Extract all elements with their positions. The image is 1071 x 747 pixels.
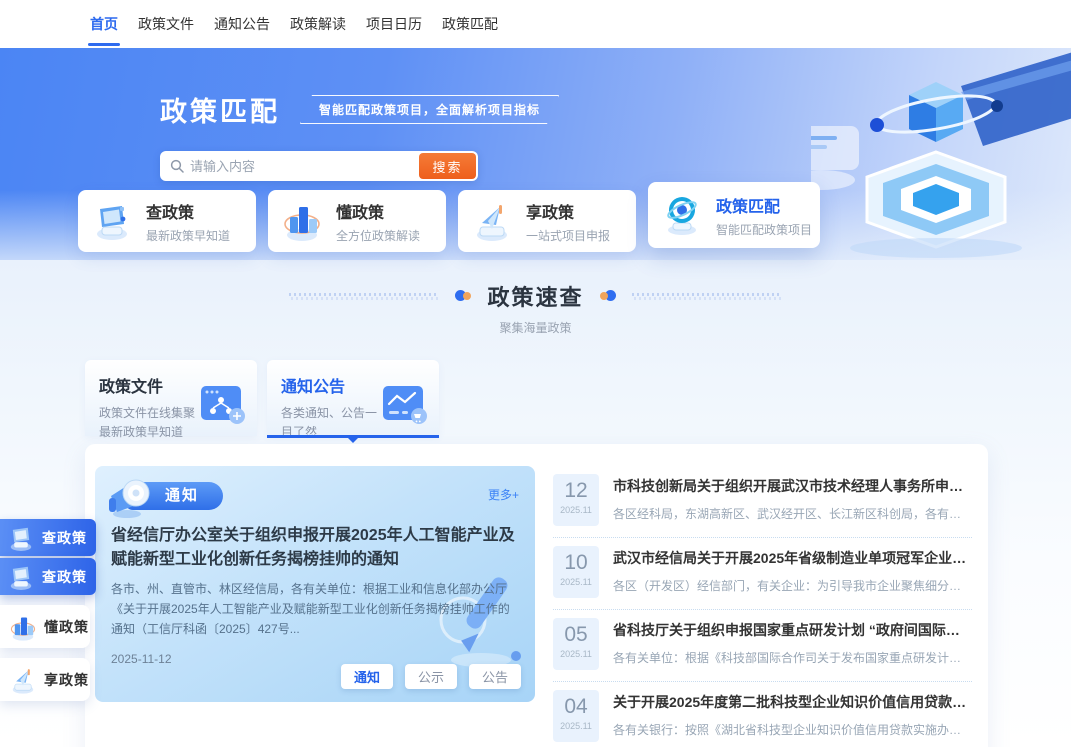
feature-card-subtitle: 最新政策早知道 <box>146 227 230 244</box>
search-input[interactable] <box>190 159 419 174</box>
list-item[interactable]: 05 2025.11 省科技厅关于组织申报国家重点研发计划 “政府间国际科技创新… <box>553 610 972 682</box>
chart-3d-icon <box>280 199 324 243</box>
decor-dot-right-icon <box>600 290 616 302</box>
date-day: 12 <box>553 478 599 503</box>
decor-dotted-line-left <box>289 293 439 300</box>
flowchart-app-icon <box>199 384 247 426</box>
left-quick-access: 查政策 查政策 懂政策 享政策 <box>0 519 100 701</box>
nav-item-policy-interpretation[interactable]: 政策解读 <box>288 8 348 40</box>
date-month: 2025.11 <box>553 649 599 659</box>
featured-notice-title[interactable]: 省经信厅办公室关于组织申报开展2025年人工智能产业及赋能新型工业化创新任务揭榜… <box>111 524 519 572</box>
hero-slogan-badge: 智能匹配政策项目，全面解析项目指标 <box>300 95 559 124</box>
list-item[interactable]: 04 2025.11 关于开展2025年度第二批科技型企业知识价值信用贷款贴息申… <box>553 682 972 747</box>
tab-notices[interactable]: 通知公告 各类通知、公告一目了然 <box>267 360 439 436</box>
list-item-title: 关于开展2025年度第二批科技型企业知识价值信用贷款贴息申报工作... <box>613 692 972 712</box>
plane-3d-icon <box>8 665 38 695</box>
feature-card-subtitle: 一站式项目申报 <box>526 227 610 244</box>
section-heading: 政策速查 <box>0 280 1071 312</box>
plane-3d-icon <box>470 199 514 243</box>
quick-button-enjoy-policy[interactable]: 享政策 <box>0 658 90 701</box>
feature-card-policy-match[interactable]: 政策匹配 智能匹配政策项目 <box>648 182 820 248</box>
date-month: 2025.11 <box>553 721 599 731</box>
top-nav: 首页 政策文件 通知公告 政策解读 项目日历 政策匹配 <box>0 0 1071 48</box>
tabs-row: 政策文件 政策文件在线集聚最新政策早知道 通知公告 各类通知、公告一目了然 <box>85 360 1071 436</box>
date-badge: 05 2025.11 <box>553 618 599 670</box>
quick-button-understand-policy[interactable]: 懂政策 <box>0 605 90 648</box>
list-item-title: 武汉市经信局关于开展2025年省级制造业单项冠军企业培育 遴选和复... <box>613 548 972 568</box>
nav-item-notices[interactable]: 通知公告 <box>212 8 272 40</box>
decor-dot-left-icon <box>455 290 471 302</box>
hero-title: 政策匹配 <box>160 90 280 129</box>
hero-search-bar: 搜索 <box>160 151 478 181</box>
search-button[interactable]: 搜索 <box>419 153 476 179</box>
tab-policy-files[interactable]: 政策文件 政策文件在线集聚最新政策早知道 <box>85 360 257 436</box>
date-badge: 12 2025.11 <box>553 474 599 526</box>
list-item-title: 省科技厅关于组织申报国家重点研发计划 “政府间国际科技创新合作”... <box>613 620 972 640</box>
list-item-desc: 各区经科局，东湖高新区、武汉经开区、长江新区科创局，各有关单位：根据《... <box>613 505 972 522</box>
nav-item-home[interactable]: 首页 <box>88 8 120 40</box>
quick-button-find-policy-1[interactable]: 查政策 <box>0 519 96 556</box>
feature-card-title: 查政策 <box>146 199 230 223</box>
chart-3d-icon <box>8 612 38 642</box>
nav-item-policy-match[interactable]: 政策匹配 <box>440 8 500 40</box>
quick-button-label: 查政策 <box>42 528 87 548</box>
lower-section: 政策速查 聚集海量政策 政策文件 政策文件在线集聚最新政策早知道 通知公告 各类… <box>0 260 1071 747</box>
date-day: 10 <box>553 550 599 575</box>
date-day: 05 <box>553 622 599 647</box>
section-title: 政策速查 <box>487 280 583 312</box>
date-month: 2025.11 <box>553 577 599 587</box>
feature-card-title: 政策匹配 <box>716 193 812 217</box>
tag-button-announcement[interactable]: 公告 <box>469 664 521 689</box>
feature-card-title: 享政策 <box>526 199 610 223</box>
list-item[interactable]: 10 2025.11 武汉市经信局关于开展2025年省级制造业单项冠军企业培育 … <box>553 538 972 610</box>
feature-card-understand-policy[interactable]: 懂政策 全方位政策解读 <box>268 190 446 252</box>
notice-panel: 通知 更多+ 省经信厅办公室关于组织申报开展2025年人工智能产业及赋能新型工业… <box>85 444 988 747</box>
feature-card-title: 懂政策 <box>336 199 420 223</box>
nav-item-project-calendar[interactable]: 项目日历 <box>364 8 424 40</box>
tag-button-publicity[interactable]: 公示 <box>405 664 457 689</box>
date-day: 04 <box>553 694 599 719</box>
decor-dotted-line-right <box>632 293 782 300</box>
featured-notice-card[interactable]: 通知 更多+ 省经信厅办公室关于组织申报开展2025年人工智能产业及赋能新型工业… <box>95 466 535 702</box>
linechart-app-icon <box>381 384 429 426</box>
tag-button-notice[interactable]: 通知 <box>341 664 393 689</box>
list-item-desc: 各区（开发区）经信部门，有关企业：为引导我市企业聚焦细分领域和产业链关... <box>613 577 972 594</box>
more-link[interactable]: 更多+ <box>488 486 519 503</box>
notice-banner: 通知 <box>111 480 223 510</box>
active-tab-pointer <box>348 438 358 443</box>
quick-button-label: 懂政策 <box>44 617 89 637</box>
nav-item-policy-files[interactable]: 政策文件 <box>136 8 196 40</box>
tab-desc: 政策文件在线集聚最新政策早知道 <box>99 404 203 441</box>
list-item-desc: 各有关银行：按照《湖北省科技型企业知识价值信用贷款实施办法（试行）》（... <box>613 721 972 738</box>
computer-3d-icon <box>90 199 134 243</box>
computer-3d-icon <box>6 562 36 592</box>
quick-button-label: 享政策 <box>44 670 89 690</box>
list-item-desc: 各有关单位：根据《科技部国际合作司关于发布国家重点研发计划“政府间国科技... <box>613 649 972 666</box>
date-badge: 10 2025.11 <box>553 546 599 598</box>
feature-card-subtitle: 智能匹配政策项目 <box>716 221 812 238</box>
date-badge: 04 2025.11 <box>553 690 599 742</box>
notice-tag-buttons: 通知 公示 公告 <box>341 664 521 689</box>
section-subtitle: 聚集海量政策 <box>0 319 1071 336</box>
policy-portal-page: 首页 政策文件 通知公告 政策解读 项目日历 政策匹配 <box>0 0 1071 747</box>
feature-card-enjoy-policy[interactable]: 享政策 一站式项目申报 <box>458 190 636 252</box>
search-icon <box>170 159 184 173</box>
feature-card-subtitle: 全方位政策解读 <box>336 227 420 244</box>
feature-card-find-policy[interactable]: 查政策 最新政策早知道 <box>78 190 256 252</box>
quick-button-find-policy-2[interactable]: 查政策 <box>0 558 96 595</box>
featured-notice-body: 各市、州、直管市、林区经信局，各有关单位：根据工业和信息化部办公厅《关于开展20… <box>111 580 519 639</box>
list-item-title: 市科技创新局关于组织开展武汉市技术经理人事务所申报备案的通知 <box>613 476 972 496</box>
list-item[interactable]: 12 2025.11 市科技创新局关于组织开展武汉市技术经理人事务所申报备案的通… <box>553 466 972 538</box>
computer-3d-icon <box>6 523 36 553</box>
date-month: 2025.11 <box>553 505 599 515</box>
tab-desc: 各类通知、公告一目了然 <box>281 404 385 441</box>
feature-card-row: 查政策 最新政策早知道 懂政策 全方位政策解读 享政策 一站式项目申报 政策匹配… <box>78 190 820 256</box>
orbit-3d-icon <box>660 193 704 237</box>
quick-button-label: 查政策 <box>42 567 87 587</box>
megaphone-icon <box>103 472 155 520</box>
notice-list: 12 2025.11 市科技创新局关于组织开展武汉市技术经理人事务所申报备案的通… <box>553 466 972 747</box>
